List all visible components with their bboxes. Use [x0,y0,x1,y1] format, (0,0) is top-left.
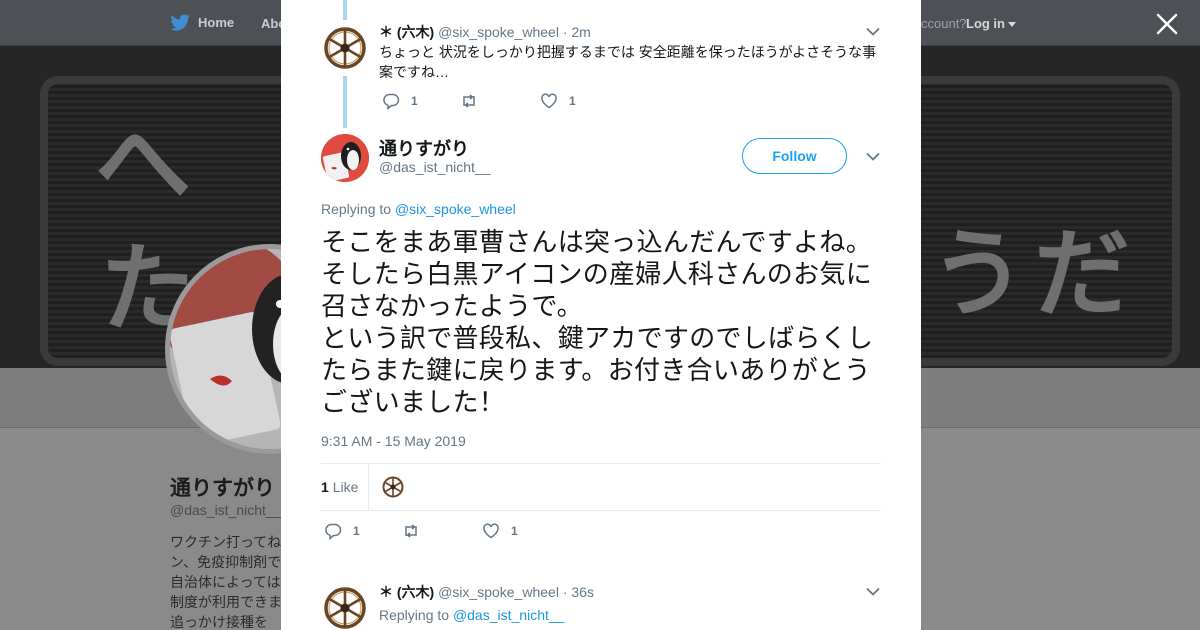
likes-stat-count: 1 [321,479,329,495]
profile-handle: @das_ist_nicht__ [170,502,282,518]
parent-tweet-actions: 1 1 [382,92,576,110]
profile-bio: ワクチン打ってね ン、免疫抑制剤で 自治体によっては 制度が利用できま 追っかけ… [170,532,282,630]
account-prompt: ccount? [921,16,967,31]
caret-down-icon [1008,22,1016,28]
stats-divider [368,464,369,510]
tweet-modal: ＊ (六木) @six_spoke_wheel · 2m ちょっと 状況をしっか… [281,0,921,630]
tweet-time[interactable]: · 2m [563,24,591,40]
follow-button[interactable]: Follow [742,138,847,174]
wheel-avatar-icon[interactable] [321,24,369,72]
replying-prefix: Replying to [321,201,392,217]
heart-icon [541,93,557,109]
nav-home-link[interactable]: Home [170,14,234,31]
bio-line: ワクチン打ってね [170,534,282,550]
bio-line: 制度が利用できま [170,594,282,610]
retweet-icon [463,94,475,108]
thread-line [343,76,347,128]
twitter-bird-icon [170,14,190,31]
likes-stat-label: Like [332,479,359,495]
like-count: 1 [569,94,576,108]
close-icon[interactable] [1156,13,1178,35]
reply-icon [383,93,400,110]
replying-prefix: Replying to [379,607,450,623]
reply-button[interactable]: 1 [382,92,460,110]
like-count: 1 [511,524,518,538]
author-handle[interactable]: @six_spoke_wheel [438,584,559,600]
banner-pixel-art: うだ [930,218,1138,330]
author-name[interactable]: ＊ (六木) [379,584,434,600]
tweet-time[interactable]: · 36s [563,584,594,600]
bio-line: 追っかけ接種を [170,614,268,630]
banner-pixel-art: へ [95,108,199,220]
liker-avatar[interactable] [381,475,405,499]
replying-to-link[interactable]: @six_spoke_wheel [395,201,516,217]
nav-home-label: Home [198,15,235,30]
replying-to-link[interactable]: @das_ist_nicht__ [453,607,565,623]
bio-line: ン、免疫抑制剤で [170,554,282,570]
reply-button[interactable]: 1 [324,522,402,540]
main-tweet-actions: 1 1 [324,522,518,540]
main-tweet-text: そこをまあ軍曹さんは突っ込んだんですよね。そしたら白黒アイコンの産婦人科さんのお… [321,227,874,417]
chevron-down-icon[interactable] [866,27,880,36]
chevron-down-icon[interactable] [866,152,880,161]
replying-to: Replying to @six_spoke_wheel [321,201,516,217]
reply-tweet-header: ＊ (六木) @six_spoke_wheel · 36s [379,582,594,602]
login-link[interactable]: Log in [966,16,1016,31]
profile-name: 通りすがり [170,477,275,500]
chevron-down-icon[interactable] [866,587,880,596]
retweet-button[interactable] [402,522,482,540]
reply-count: 1 [411,94,418,108]
like-button[interactable]: 1 [540,92,576,110]
login-label: Log in [966,16,1005,31]
replying-to: Replying to @das_ist_nicht__ [379,607,564,623]
author-name[interactable]: ＊ (六木) [379,24,434,40]
bio-line: 自治体によっては [170,574,281,590]
penguin-avatar-icon [321,134,369,182]
like-button[interactable]: 1 [482,522,518,540]
main-author-handle[interactable]: @das_ist_nicht__ [379,159,491,175]
retweet-button[interactable] [460,92,540,110]
main-author-name[interactable]: 通りすがり [379,135,469,161]
reply-count: 1 [353,524,360,538]
parent-tweet-header: ＊ (六木) @six_spoke_wheel · 2m [379,22,591,42]
retweet-icon [405,524,417,538]
tweet-stats: 1 Like [321,463,881,511]
heart-icon [483,523,499,539]
thread-line [343,0,347,20]
author-handle[interactable]: @six_spoke_wheel [438,24,559,40]
wheel-avatar-icon[interactable] [321,584,369,630]
main-tweet-timestamp[interactable]: 9:31 AM - 15 May 2019 [321,433,466,449]
likes-stat[interactable]: 1 Like [321,479,358,495]
reply-icon [325,523,342,540]
main-author-avatar[interactable] [321,134,369,182]
parent-tweet-text: ちょっと 状況をしっかり把握するまでは 安全距離を保ったほうがよさそうな事案です… [379,44,877,80]
